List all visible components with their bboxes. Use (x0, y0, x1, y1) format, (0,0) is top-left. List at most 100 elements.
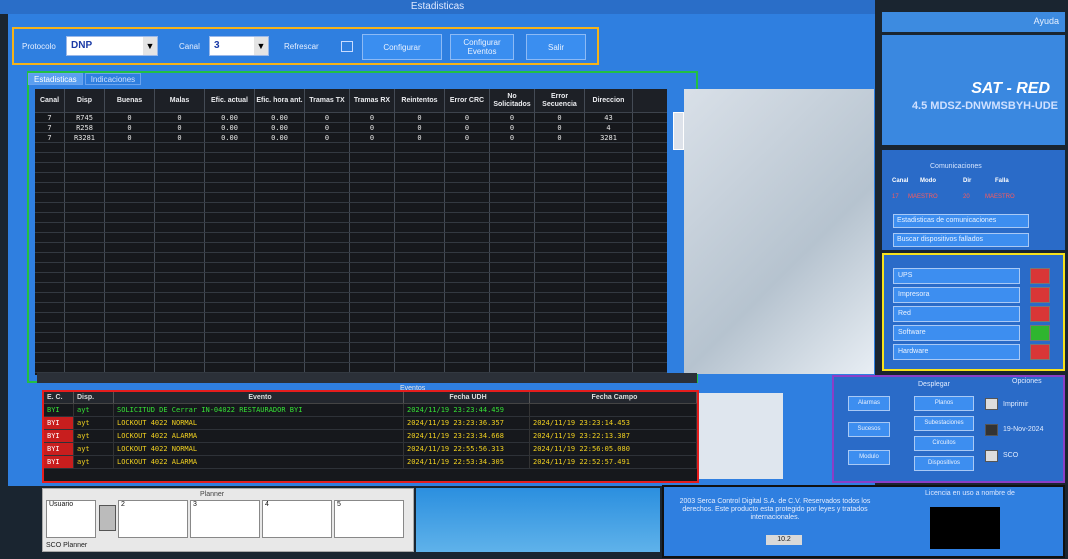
table-row[interactable] (35, 283, 667, 293)
table-row[interactable] (35, 313, 667, 323)
table-row[interactable] (35, 363, 667, 373)
stats-column-header[interactable]: Canal (35, 89, 65, 112)
table-cell: 0.00 (205, 133, 255, 142)
stats-column-header[interactable]: Tramas RX (350, 89, 395, 112)
dispositivos-button[interactable]: Dispositivos (914, 456, 974, 471)
table-cell: 0 (395, 113, 445, 122)
circuitos-button[interactable]: Circuitos (914, 436, 974, 451)
status-item-software[interactable]: Software (893, 325, 1020, 341)
table-cell (205, 143, 255, 152)
canal-select[interactable]: 3 ▼ (209, 36, 269, 56)
table-row[interactable] (35, 253, 667, 263)
modulo-button[interactable]: Modulo (848, 450, 890, 465)
sucesos-button[interactable]: Sucesos (848, 422, 890, 437)
stats-column-header[interactable]: Disp (65, 89, 105, 112)
print-icon[interactable] (985, 398, 998, 410)
table-row[interactable] (35, 353, 667, 363)
table-row[interactable] (35, 303, 667, 313)
event-row[interactable]: BYI ayt SOLICITUD DE Cerrar IN-04022 RESTA… (44, 404, 697, 417)
table-cell (35, 303, 65, 312)
table-row[interactable] (35, 343, 667, 353)
event-row[interactable]: BYI ayt LOCKOUT 4022 ALARMA 2024/11/19 23:2… (44, 430, 697, 443)
planner-scrollbar[interactable] (99, 505, 116, 531)
event-row[interactable]: BYI ayt LOCKOUT 4022 NORMAL 2024/11/19 23:2… (44, 417, 697, 430)
events-column-header[interactable]: Evento (114, 392, 404, 403)
tab-indicaciones[interactable]: Indicaciones (84, 73, 142, 85)
table-row[interactable] (35, 173, 667, 183)
event-row[interactable]: BYI ayt LOCKOUT 4022 ALARMA 2024/11/19 22:5… (44, 456, 697, 469)
table-row[interactable] (35, 223, 667, 233)
table-row[interactable] (35, 183, 667, 193)
planner-cell-2[interactable]: 2 (118, 500, 188, 538)
stats-column-header[interactable]: Error Secuencia (535, 89, 585, 112)
table-cell (445, 283, 490, 292)
status-item-impresora[interactable]: Impresora (893, 287, 1020, 303)
table-cell (35, 183, 65, 192)
table-row[interactable] (35, 153, 667, 163)
status-item-ups[interactable]: UPS (893, 268, 1020, 284)
table-cell (35, 193, 65, 202)
table-cell (205, 193, 255, 202)
table-row[interactable] (35, 163, 667, 173)
stats-column-header[interactable]: Reintentos (395, 89, 445, 112)
protocolo-select[interactable]: DNP ▼ (66, 36, 158, 56)
refresh-checkbox[interactable] (341, 41, 353, 52)
checkbox-icon[interactable] (985, 450, 998, 462)
table-cell: 0 (105, 113, 155, 122)
event-cell-fecha_udh: 2024/11/19 23:23:34.668 (404, 430, 530, 442)
table-row[interactable] (35, 193, 667, 203)
calendar-icon[interactable] (985, 424, 998, 436)
table-row[interactable] (35, 143, 667, 153)
table-row[interactable] (35, 203, 667, 213)
event-cell-fecha_campo: 2024/11/19 23:22:13.387 (530, 430, 697, 442)
table-row[interactable] (35, 233, 667, 243)
table-row[interactable]: 7 R258 0 0 0.00 0.00 0 0 0 0 0 0 4 (35, 123, 667, 133)
table-cell (255, 163, 305, 172)
planner-title: Planner (200, 491, 225, 498)
table-cell (445, 303, 490, 312)
salir-button[interactable]: Salir (526, 34, 586, 60)
table-row[interactable] (35, 323, 667, 333)
stats-column-header[interactable]: Buenas (105, 89, 155, 112)
stats-column-header[interactable]: Tramas TX (305, 89, 350, 112)
stats-column-header[interactable]: Efic. actual (205, 89, 255, 112)
event-row[interactable]: BYI ayt LOCKOUT 4022 NORMAL 2024/11/19 22:5… (44, 443, 697, 456)
events-column-header[interactable]: Fecha UDH (404, 392, 530, 403)
tab-estadisticas[interactable]: Estadisticas (28, 73, 83, 85)
table-row[interactable]: 7 R3281 0 0 0.00 0.00 0 0 0 0 0 0 3281 (35, 133, 667, 143)
stats-column-header[interactable]: Direccion (585, 89, 633, 112)
stats-column-header[interactable]: Efic. hora ant. (255, 89, 305, 112)
buscar-fallados-button[interactable]: Buscar dispositivos fallados (893, 233, 1029, 247)
table-row[interactable] (35, 213, 667, 223)
stats-column-header[interactable]: Malas (155, 89, 205, 112)
planner-cell-1[interactable]: Usuario (46, 500, 96, 538)
table-cell (205, 213, 255, 222)
status-item-hardware[interactable]: Hardware (893, 344, 1020, 360)
table-cell (105, 343, 155, 352)
configurar-eventos-button[interactable]: Configurar Eventos (450, 34, 514, 60)
planner-cell-4[interactable]: 4 (262, 500, 332, 538)
status-item-red[interactable]: Red (893, 306, 1020, 322)
table-row[interactable] (35, 273, 667, 283)
table-row[interactable] (35, 293, 667, 303)
table-row[interactable] (35, 263, 667, 273)
stats-scrollbar[interactable] (673, 112, 684, 150)
subestaciones-button[interactable]: Subestaciones (914, 416, 974, 431)
stats-column-header[interactable]: No Solicitados (490, 89, 535, 112)
table-cell (205, 233, 255, 242)
table-row[interactable] (35, 243, 667, 253)
table-row[interactable] (35, 333, 667, 343)
table-row[interactable]: 7 R745 0 0 0.00 0.00 0 0 0 0 0 0 43 (35, 113, 667, 123)
events-column-header[interactable]: Disp. (74, 392, 114, 403)
planner-cell-3[interactable]: 3 (190, 500, 260, 538)
stats-hscroll[interactable] (37, 373, 697, 383)
estadisticas-comunicaciones-button[interactable]: Estadisticas de comunicaciones (893, 214, 1029, 228)
events-column-header[interactable]: Fecha Campo (530, 392, 697, 403)
help-title[interactable]: Ayuda (882, 12, 1065, 32)
configurar-button[interactable]: Configurar (362, 34, 442, 60)
planos-button[interactable]: Planos (914, 396, 974, 411)
stats-column-header[interactable]: Error CRC (445, 89, 490, 112)
planner-cell-5[interactable]: 5 (334, 500, 404, 538)
alarmas-button[interactable]: Alarmas (848, 396, 890, 411)
events-column-header[interactable]: E. C. (44, 392, 74, 403)
